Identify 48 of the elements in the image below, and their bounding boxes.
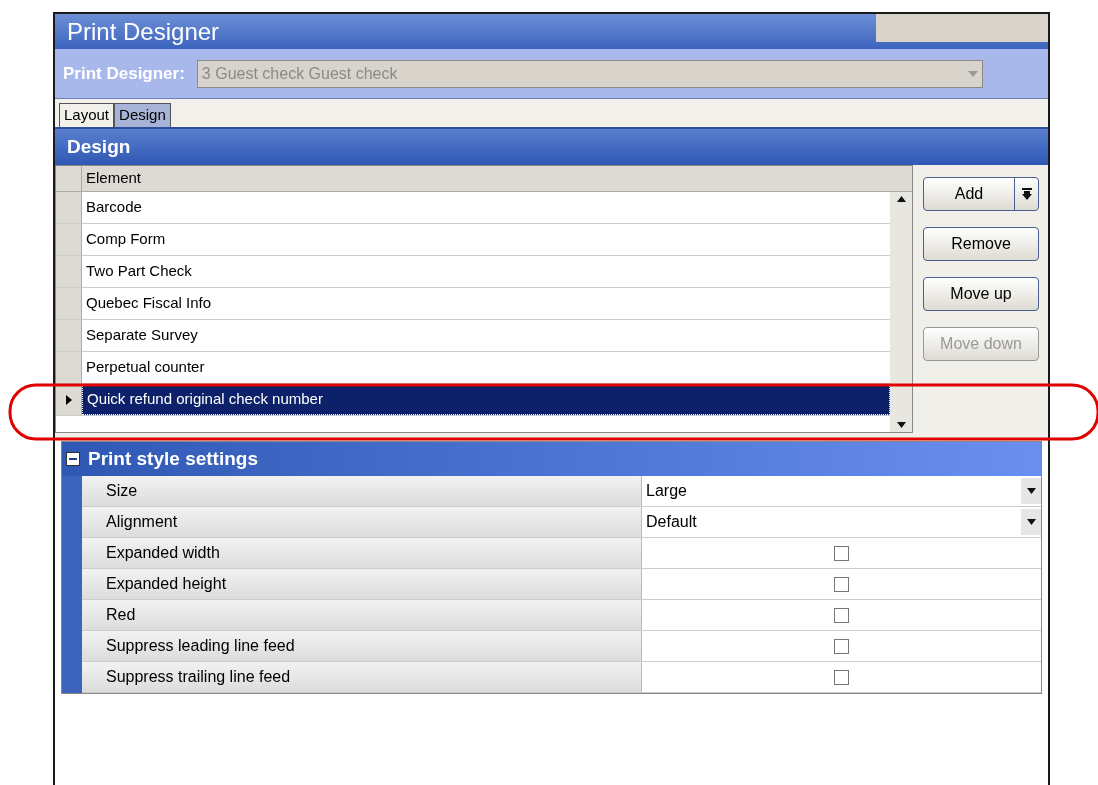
- element-row[interactable]: Quebec Fiscal Info: [56, 288, 890, 320]
- property-name: Red: [82, 600, 642, 630]
- settings-title: Print style settings: [88, 446, 258, 471]
- element-cell-text: Perpetual counter: [85, 357, 206, 378]
- element-row[interactable]: Perpetual counter: [56, 352, 890, 384]
- action-button[interactable]: Move up: [923, 277, 1039, 311]
- property-name: Suppress leading line feed: [82, 631, 642, 661]
- selector-label: Print Designer:: [63, 62, 185, 85]
- row-header: [56, 352, 82, 383]
- checkbox[interactable]: [834, 669, 849, 685]
- property-name: Alignment: [82, 507, 642, 537]
- caret-icon: [1026, 519, 1036, 525]
- element-cell-text: Two Part Check: [85, 261, 193, 282]
- pointer-icon: [65, 394, 72, 405]
- checkbox[interactable]: [834, 638, 849, 654]
- element-row[interactable]: Two Part Check: [56, 256, 890, 288]
- row-header: [56, 320, 82, 351]
- action-button[interactable]: Remove: [923, 227, 1039, 261]
- row-header: [56, 288, 82, 319]
- element-cell-text: Quebec Fiscal Info: [85, 293, 213, 314]
- window-title: Print Designer: [67, 16, 220, 47]
- element-cell-text: Separate Survey: [85, 325, 199, 346]
- caret-icon: [967, 70, 978, 77]
- property-name: Size: [82, 476, 642, 506]
- element-row[interactable]: Comp Form: [56, 224, 890, 256]
- scrollbar[interactable]: [890, 192, 912, 432]
- checkbox[interactable]: [834, 576, 849, 592]
- element-row[interactable]: Barcode: [56, 192, 890, 224]
- checkbox[interactable]: [834, 607, 849, 623]
- tab[interactable]: Layout: [59, 103, 115, 127]
- column-header: Element: [85, 168, 143, 189]
- checkbox[interactable]: [834, 545, 849, 561]
- section-title: Design: [67, 134, 131, 159]
- collapse-icon[interactable]: [66, 452, 80, 466]
- caret-icon: [1026, 488, 1036, 494]
- element-cell-text: Comp Form: [85, 229, 167, 250]
- element-row[interactable]: Separate Survey: [56, 320, 890, 352]
- property-name: Suppress trailing line feed: [82, 662, 642, 692]
- dropdown-arrow-icon: [1021, 188, 1032, 200]
- scroll-down-icon: [896, 422, 906, 428]
- property-name: Expanded height: [82, 569, 642, 599]
- row-header: [56, 224, 82, 255]
- scroll-up-icon: [896, 196, 906, 202]
- tab[interactable]: Design: [114, 103, 171, 127]
- action-button[interactable]: Add: [923, 177, 1039, 211]
- row-header: [56, 256, 82, 287]
- property-name: Expanded width: [82, 538, 642, 568]
- element-cell-text: Barcode: [85, 197, 143, 218]
